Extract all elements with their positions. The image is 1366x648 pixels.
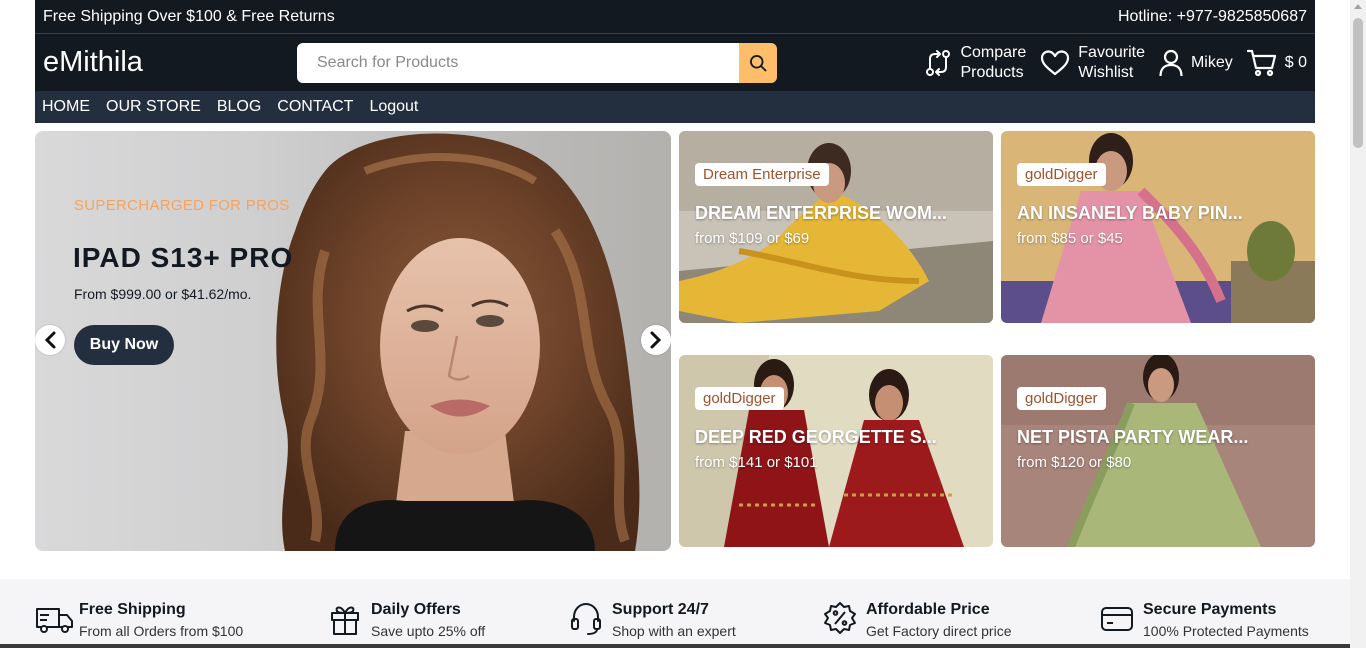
chevron-left-icon <box>44 331 56 349</box>
scroll-up-arrow-icon[interactable] <box>1354 4 1362 9</box>
hero-subtitle: SUPERCHARGED FOR PROS <box>74 197 290 214</box>
product-card[interactable]: goldDigger NET PISTA PARTY WEAR... from … <box>1001 355 1315 547</box>
vendor-tag: Dream Enterprise <box>695 163 829 186</box>
hero-title: IPAD S13+ PRO <box>73 242 294 273</box>
header-links: Compare Products Favourite Wishlist Mikey <box>910 34 1307 91</box>
cart-link[interactable]: $ 0 <box>1246 49 1307 77</box>
carousel-prev-button[interactable] <box>35 325 65 355</box>
favourite-wishlist-link[interactable]: Favourite Wishlist <box>1040 43 1145 83</box>
product-image-red-saree <box>679 355 993 547</box>
compare-products-link[interactable]: Compare Products <box>924 43 1026 83</box>
scroll-thumb[interactable] <box>1353 18 1363 148</box>
heart-icon <box>1041 49 1070 75</box>
headset-icon <box>571 603 601 635</box>
page-scrollbar[interactable] <box>1350 0 1366 648</box>
product-title: AN INSANELY BABY PIN... <box>1017 203 1243 223</box>
vendor-tag: goldDigger <box>1017 163 1106 186</box>
service-subtitle: 100% Protected Payments <box>1143 623 1309 639</box>
carousel-next-button[interactable] <box>641 325 671 355</box>
search-input[interactable] <box>297 43 739 83</box>
service-subtitle: Save upto 25% off <box>371 623 486 639</box>
user-account-link[interactable]: Mikey <box>1159 49 1233 77</box>
user-icon <box>1159 49 1183 76</box>
nav-our-store[interactable]: OUR STORE <box>106 98 201 116</box>
search-button[interactable] <box>739 43 777 83</box>
site-logo[interactable]: eMithila <box>43 46 297 79</box>
favourite-label: Favourite Wishlist <box>1078 43 1145 81</box>
service-support: Support 24/7 Shop with an expert <box>568 599 736 641</box>
service-title: Affordable Price <box>866 601 990 618</box>
product-card[interactable]: goldDigger DEEP RED GEORGETTE S... from … <box>679 355 993 547</box>
product-title: DREAM ENTERPRISE WOM... <box>695 203 948 223</box>
cart-icon <box>1246 49 1276 76</box>
service-free-shipping: Free Shipping From all Orders from $100 <box>35 599 243 641</box>
services-strip: Free Shipping From all Orders from $100 … <box>0 579 1350 648</box>
main-nav: HOME OUR STORE BLOG CONTACT Logout <box>35 91 1315 123</box>
chevron-right-icon <box>650 331 662 349</box>
product-price: from $109 or $69 <box>695 230 810 247</box>
service-title: Free Shipping <box>79 601 186 618</box>
nav-home[interactable]: HOME <box>42 98 90 116</box>
vendor-tag: goldDigger <box>695 387 784 410</box>
gift-icon <box>331 606 359 635</box>
service-secure-payments: Secure Payments 100% Protected Payments <box>1099 599 1309 641</box>
compare-icon <box>926 49 951 76</box>
service-title: Daily Offers <box>371 601 461 618</box>
product-card[interactable]: goldDigger AN INSANELY BABY PIN... from … <box>1001 131 1315 323</box>
product-price: from $120 or $80 <box>1017 454 1132 471</box>
header: eMithila CompareProducts <box>35 34 1315 91</box>
product-image-yellow-saree <box>679 131 993 323</box>
truck-icon <box>36 608 73 633</box>
nav-contact[interactable]: CONTACT <box>277 98 353 116</box>
service-subtitle: From all Orders from $100 <box>79 623 244 639</box>
compare-label: Compare Products <box>960 43 1027 81</box>
product-title: DEEP RED GEORGETTE S... <box>695 427 937 447</box>
search-bar <box>297 43 777 83</box>
nav-blog[interactable]: BLOG <box>217 98 261 116</box>
product-title: NET PISTA PARTY WEAR... <box>1017 427 1249 447</box>
top-strip: Free Shipping Over $100 & Free Returns H… <box>35 0 1315 34</box>
page: Free Shipping Over $100 & Free Returns H… <box>0 0 1366 648</box>
vendor-tag: goldDigger <box>1017 387 1106 410</box>
cart-total: $ 0 <box>1284 53 1307 71</box>
search-icon <box>750 55 767 72</box>
service-title: Support 24/7 <box>612 601 709 618</box>
service-affordable-price: Affordable Price Get Factory direct pric… <box>822 599 1012 641</box>
service-subtitle: Shop with an expert <box>612 623 736 639</box>
nav-logout[interactable]: Logout <box>369 98 418 116</box>
hero-banner[interactable]: SUPERCHARGED FOR PROS IPAD S13+ PRO From… <box>35 131 671 551</box>
hero-price: From $999.00 or $41.62/mo. <box>74 286 252 302</box>
taskbar-edge <box>0 644 1350 648</box>
buy-now-button[interactable]: Buy Now <box>74 325 174 365</box>
credit-card-icon <box>1101 607 1133 631</box>
hotline[interactable]: Hotline: +977-9825850687 <box>1118 8 1307 26</box>
product-card[interactable]: Dream Enterprise DREAM ENTERPRISE WOM...… <box>679 131 993 323</box>
product-image-pista-saree <box>1001 355 1315 547</box>
user-name: Mikey <box>1190 53 1233 71</box>
service-title: Secure Payments <box>1143 601 1277 618</box>
product-price: from $85 or $45 <box>1017 230 1123 247</box>
service-daily-offers: Daily Offers Save upto 25% off <box>327 599 485 641</box>
discount-badge-icon <box>824 602 856 634</box>
shipping-notice: Free Shipping Over $100 & Free Returns <box>43 7 335 25</box>
service-subtitle: Get Factory direct price <box>866 623 1012 639</box>
product-image-pink-saree <box>1001 131 1315 323</box>
product-price: from $141 or $101 <box>695 454 818 471</box>
